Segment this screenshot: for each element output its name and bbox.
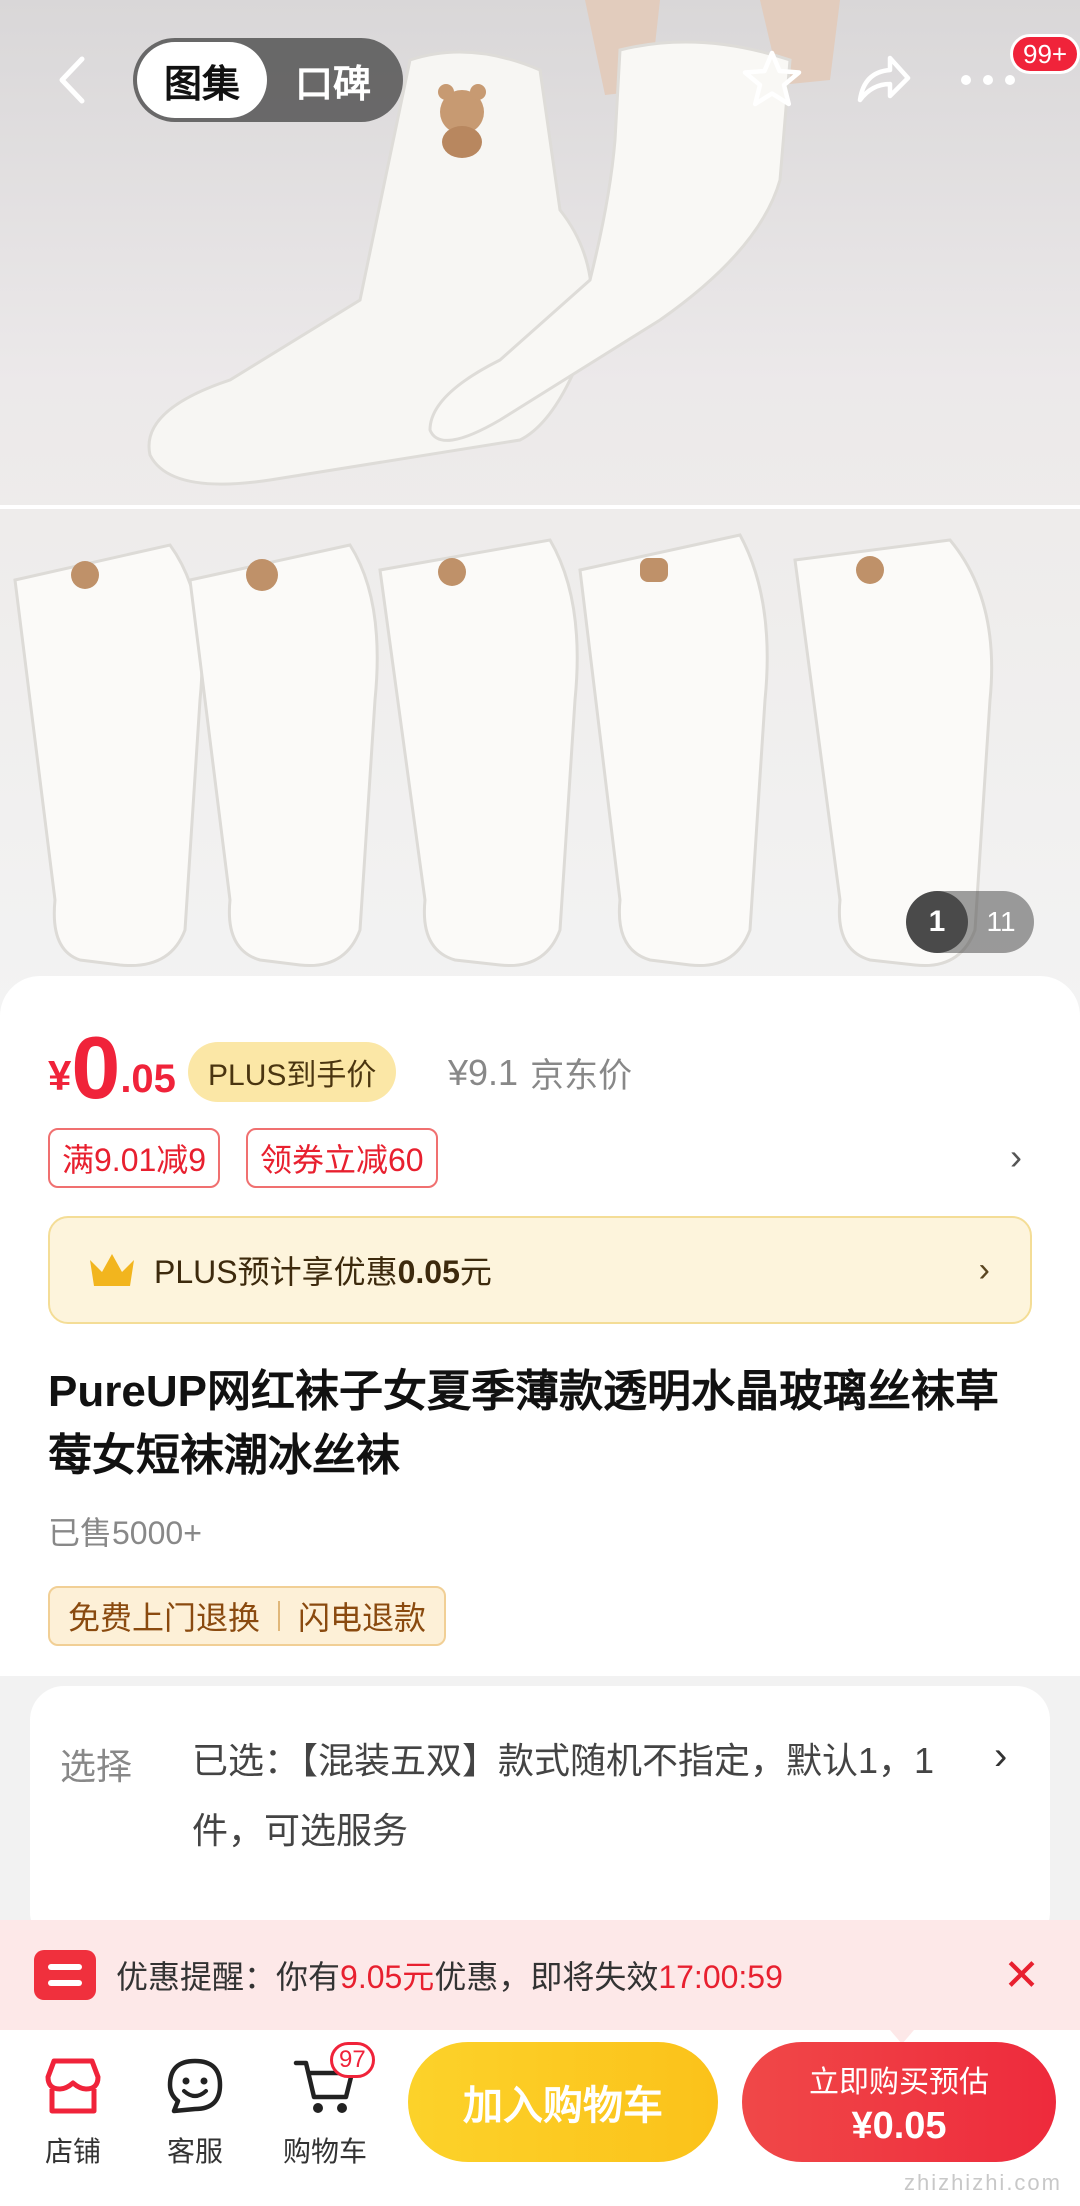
- coupon-discount[interactable]: 满9.01减9: [48, 1128, 221, 1188]
- buy-now-button[interactable]: 立即购买预估 ¥0.05: [742, 2042, 1056, 2162]
- plus-bar-prefix: PLUS预计享优惠: [154, 1254, 398, 1290]
- sold-count: 已售5000+: [48, 1515, 202, 1551]
- gallery-pager: 1 11: [906, 891, 1034, 953]
- plus-discount-bar[interactable]: PLUS预计享优惠0.05元 ›: [48, 1216, 1032, 1324]
- pager-total: 11: [986, 906, 1016, 937]
- reminder-icon: [34, 1950, 96, 2000]
- cart-label: 购物车: [282, 2136, 367, 2167]
- jd-price-label: 京东价: [530, 1057, 633, 1095]
- tab-reviews[interactable]: 口碑: [267, 42, 399, 118]
- product-title: PureUP网红袜子女夏季薄款透明水晶玻璃丝袜草莓女短袜潮冰丝袜: [48, 1367, 999, 1480]
- sku-selection-card[interactable]: 选择 已选：【混装五双】款式随机不指定，默认1，1件，可选服务 ›: [30, 1686, 1050, 1946]
- jd-price: ¥9.1 京东价: [448, 1048, 632, 1097]
- watermark: zhizhizhi.com: [903, 2170, 1062, 2195]
- pager-current: 1: [906, 891, 968, 953]
- share-icon: [857, 55, 911, 103]
- shop-icon: [45, 2058, 101, 2114]
- back-button[interactable]: [40, 48, 104, 112]
- jd-price-value: ¥9.1: [448, 1051, 519, 1093]
- product-gallery[interactable]: [0, 0, 1080, 1010]
- cart-count-badge: 97: [330, 2042, 375, 2078]
- star-icon: [742, 50, 802, 107]
- bottom-action-bar: 店铺 客服 97 购物车 加入购物车 立即购买预估 ¥0.05 zhizhizh…: [0, 2030, 1080, 2206]
- buy-now-price: ¥0.05: [851, 2104, 947, 2147]
- favorite-button[interactable]: [736, 44, 808, 116]
- reminder-amount: 9.05元: [340, 1959, 435, 1995]
- selection-value: 已选：【混装五双】款式随机不指定，默认1，1件，可选服务: [192, 1740, 935, 1851]
- shop-button[interactable]: 店铺: [18, 2048, 128, 2170]
- price-decimal: .05: [120, 1057, 176, 1101]
- selection-arrow: ›: [994, 1734, 1008, 1778]
- reminder-close-icon[interactable]: ✕: [1003, 1950, 1040, 2001]
- more-icon: [961, 75, 1015, 85]
- reminder-middle: 优惠，即将失效: [434, 1959, 659, 1995]
- plus-bar-arrow: ›: [978, 1250, 990, 1289]
- plus-bar-suffix: 元: [459, 1254, 492, 1290]
- plus-bar-amount: 0.05: [397, 1254, 460, 1290]
- selection-label: 选择: [60, 1746, 133, 1787]
- reminder-countdown: 17:00:59: [658, 1959, 783, 1995]
- buy-now-label: 立即购买预估: [809, 2065, 989, 2099]
- service-free-return: 免费上门退换: [68, 1600, 261, 1636]
- crown-icon: [90, 1254, 134, 1286]
- service-fast-refund: 闪电退款: [298, 1600, 427, 1636]
- cart-button[interactable]: 97 购物车: [270, 2042, 380, 2170]
- service-tags[interactable]: 免费上门退换 闪电退款: [48, 1586, 447, 1646]
- discount-reminder-bar[interactable]: 优惠提醒：你有9.05元优惠，即将失效17:00:59 ✕: [0, 1920, 1080, 2030]
- gallery-review-switch: 图集 口碑: [133, 38, 403, 122]
- reminder-text: 优惠提醒：你有9.05元优惠，即将失效17:00:59: [116, 1952, 783, 1998]
- add-to-cart-button[interactable]: 加入购物车: [408, 2042, 718, 2162]
- back-arrow-icon: [59, 56, 85, 104]
- image-divider: [0, 505, 1080, 509]
- product-info-card: ¥ 0 .05 PLUS到手价 ¥9.1 京东价 满9.01减9 领券立减60 …: [0, 976, 1080, 1676]
- price-integer: 0: [71, 1018, 121, 1117]
- coupon-claim[interactable]: 领券立减60: [246, 1128, 438, 1188]
- customer-service-button[interactable]: 客服: [140, 2048, 250, 2170]
- price-currency: ¥: [48, 1052, 72, 1099]
- tab-gallery[interactable]: 图集: [137, 42, 267, 118]
- reminder-prefix: 优惠提醒：你有: [116, 1959, 341, 1995]
- customer-service-label: 客服: [166, 2136, 223, 2167]
- shop-label: 店铺: [44, 2136, 101, 2167]
- message-badge: 99+: [1010, 34, 1080, 74]
- top-bar: 图集 口碑 99+: [0, 30, 1080, 130]
- plus-price-tag: PLUS到手价: [188, 1042, 397, 1102]
- chat-face-icon: [167, 2058, 223, 2114]
- coupon-more-arrow[interactable]: ›: [1010, 1136, 1022, 1178]
- price: ¥ 0 .05: [48, 1024, 176, 1112]
- share-button[interactable]: [846, 44, 918, 116]
